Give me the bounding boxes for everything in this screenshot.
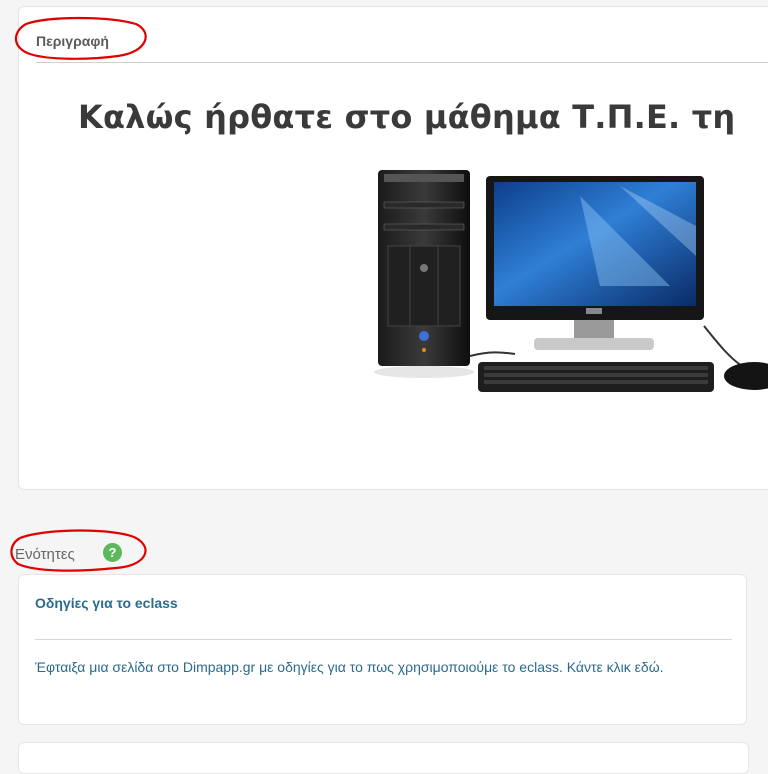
units-label: Ενότητες [15, 546, 75, 563]
next-unit-card [18, 742, 749, 774]
unit-description: Έφταιξα μια σελίδα στο Dimpapp.gr με οδη… [35, 659, 664, 675]
welcome-heading: Καλώς ήρθατε στο μάθημα Τ.Π.Ε. τη [78, 98, 736, 136]
description-label: Περιγραφή [36, 33, 109, 49]
description-divider [36, 62, 768, 63]
unit-title-link[interactable]: Οδηγίες για το eclass [35, 595, 178, 611]
unit-divider [35, 639, 732, 640]
computer-image [374, 170, 768, 392]
question-circle-icon[interactable]: ? [103, 543, 122, 562]
